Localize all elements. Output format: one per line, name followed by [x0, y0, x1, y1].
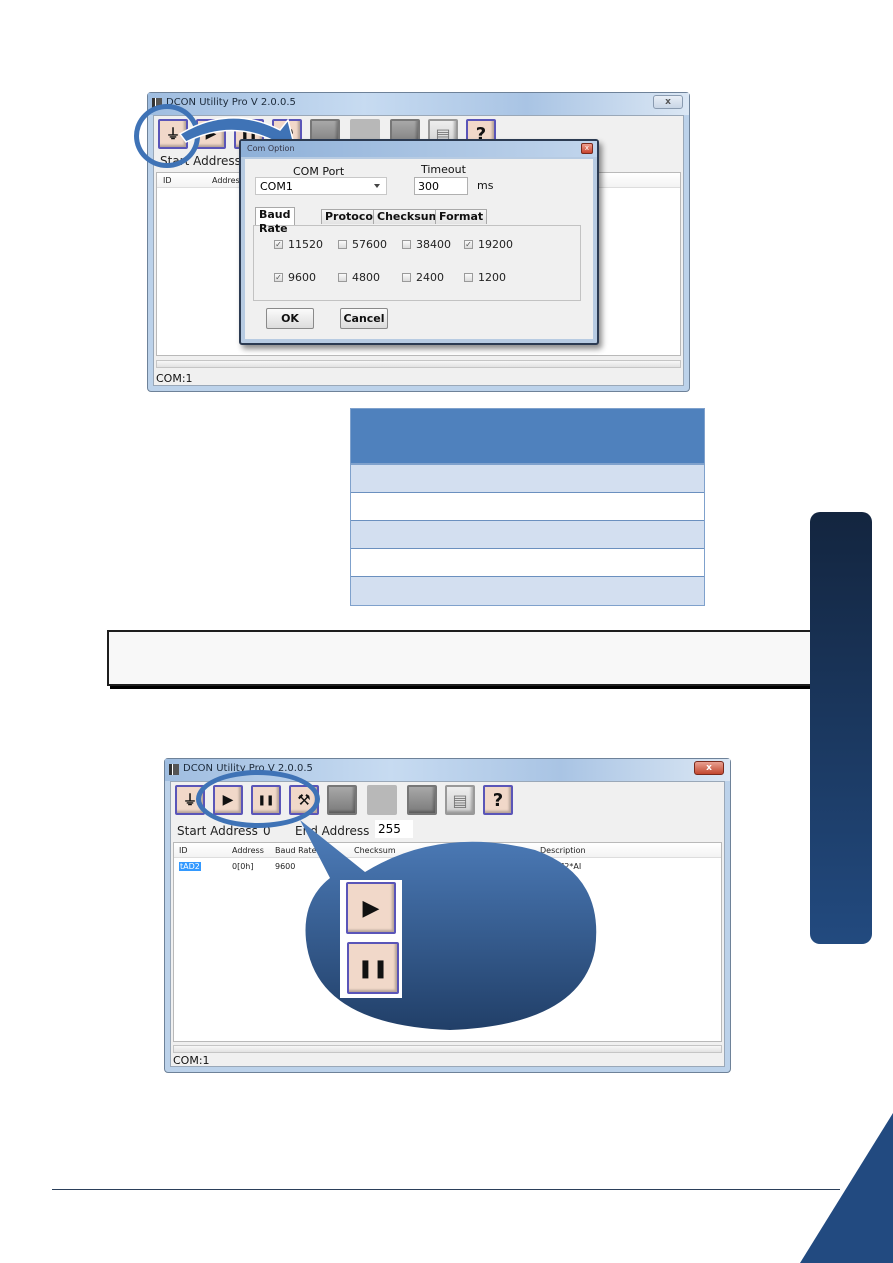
module-rack-button[interactable]: [407, 785, 437, 815]
table-row: [351, 521, 704, 549]
app-icon: [169, 764, 179, 775]
checkbox-checked-icon[interactable]: ✓: [464, 240, 473, 249]
status-bar: COM:1: [173, 1054, 210, 1067]
dialog-title: Com Option: [247, 144, 295, 153]
pause-icon: ❚❚: [357, 957, 389, 979]
col-address[interactable]: Address: [232, 846, 264, 855]
tab-format[interactable]: Format: [435, 209, 488, 224]
ok-button[interactable]: OK: [266, 308, 314, 329]
dialog-close-button[interactable]: x: [581, 143, 593, 154]
baud-checkbox[interactable]: ✓ 19200: [464, 238, 513, 251]
table-row: [351, 465, 704, 493]
table-row: [351, 549, 704, 577]
info-table: [350, 408, 705, 606]
tab-checksum[interactable]: Checksum: [373, 209, 445, 224]
play-icon: ▶: [362, 895, 380, 921]
baud-checkbox[interactable]: 2400: [402, 271, 444, 284]
com-option-dialog: Com Option x COM Port COM1 Timeout 300 m…: [239, 139, 599, 345]
tab-baud-rate[interactable]: Baud Rate: [255, 207, 295, 235]
checkbox-icon[interactable]: [402, 240, 411, 249]
timeout-value: 300: [418, 180, 439, 193]
checkbox-icon[interactable]: [338, 240, 347, 249]
callout-pause-button: ❚❚: [347, 942, 399, 994]
baud-checkbox[interactable]: ✓ 11520: [274, 238, 323, 251]
baud-label: 2400: [416, 271, 444, 284]
cell-id: tAD2: [179, 862, 201, 871]
baud-label: 4800: [352, 271, 380, 284]
checkbox-icon[interactable]: [464, 273, 473, 282]
help-button[interactable]: ?: [483, 785, 513, 815]
baud-label: 11520: [288, 238, 323, 251]
cell-address: 0[0h]: [232, 862, 254, 871]
document-icon: ▤: [452, 790, 468, 810]
serial-port-icon: ⏚: [183, 793, 197, 809]
close-button[interactable]: x: [694, 761, 724, 775]
chapter-side-tab: [810, 512, 872, 944]
window-title: DCON Utility Pro V 2.0.0.5: [166, 97, 296, 108]
callout-play-button: ▶: [346, 882, 396, 934]
footer-divider: [52, 1189, 840, 1190]
timeout-label: Timeout: [421, 163, 466, 176]
baud-checkbox[interactable]: ✓ 9600: [274, 271, 316, 284]
checkbox-checked-icon[interactable]: ✓: [274, 273, 283, 282]
com-port-value: COM1: [260, 180, 293, 193]
table-row: [351, 493, 704, 521]
callout-buttons-panel: ▶ ❚❚: [340, 880, 402, 998]
horizontal-scrollbar[interactable]: [173, 1045, 722, 1053]
baud-label: 57600: [352, 238, 387, 251]
blank-button: [367, 785, 397, 815]
checkbox-icon[interactable]: [402, 273, 411, 282]
baud-label: 19200: [478, 238, 513, 251]
speech-bubble-callout: [300, 820, 597, 1030]
baud-rate-panel: ✓ 11520 57600 38400 ✓ 19200 ✓ 9600 4800 240…: [253, 225, 581, 301]
horizontal-scrollbar[interactable]: [156, 360, 681, 368]
baud-label: 9600: [288, 271, 316, 284]
help-icon: ?: [492, 789, 504, 811]
timeout-input[interactable]: 300: [414, 177, 468, 195]
baud-label: 38400: [416, 238, 451, 251]
document-button[interactable]: ▤: [445, 785, 475, 815]
dialog-body: COM Port COM1 Timeout 300 ms Baud Rate P…: [245, 159, 593, 339]
baud-checkbox[interactable]: 57600: [338, 238, 387, 251]
chevron-down-icon: [374, 184, 380, 188]
baud-checkbox[interactable]: 1200: [464, 271, 506, 284]
tab-protocol[interactable]: Protocol: [321, 209, 381, 224]
checkbox-checked-icon[interactable]: ✓: [274, 240, 283, 249]
baud-checkbox[interactable]: 4800: [338, 271, 380, 284]
module-button[interactable]: [327, 785, 357, 815]
page-corner-decoration: [800, 1113, 893, 1263]
checkbox-icon[interactable]: [338, 273, 347, 282]
cancel-button[interactable]: Cancel: [340, 308, 388, 329]
table-header: [351, 409, 704, 465]
timeout-unit: ms: [477, 179, 494, 192]
com-port-select[interactable]: COM1: [255, 177, 387, 195]
dialog-title-bar: Com Option x: [241, 141, 597, 157]
col-id[interactable]: ID: [163, 176, 172, 185]
baud-checkbox[interactable]: 38400: [402, 238, 451, 251]
status-bar: COM:1: [156, 372, 193, 385]
table-row: [351, 577, 704, 605]
note-box: [107, 630, 817, 686]
baud-label: 1200: [478, 271, 506, 284]
close-button[interactable]: x: [653, 95, 683, 109]
col-id[interactable]: ID: [179, 846, 188, 855]
